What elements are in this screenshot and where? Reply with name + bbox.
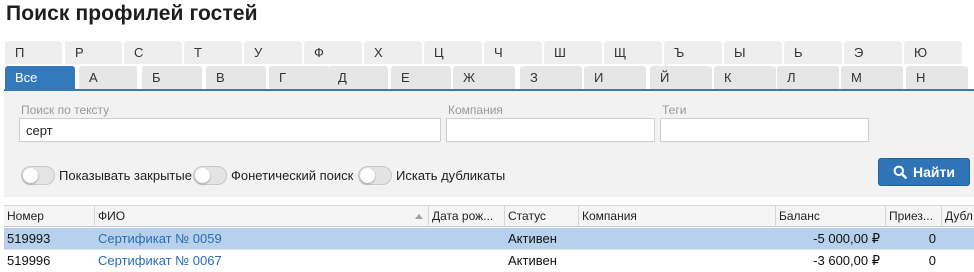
tab-letter[interactable]: Ъ	[664, 41, 722, 64]
column-header-name-label: ФИО	[98, 209, 126, 223]
tab-letter[interactable]: Ы	[724, 41, 782, 64]
find-duplicates-toggle[interactable]	[358, 166, 392, 185]
tab-letter[interactable]: И	[584, 66, 646, 89]
column-header-number[interactable]: Номер	[4, 206, 95, 227]
cell-arrivals: 0	[928, 231, 936, 246]
results-grid: Номер ФИО Дата рож... Статус Компания Ба…	[4, 205, 974, 272]
find-duplicates-label: Искать дубликаты	[396, 168, 506, 183]
column-header-status[interactable]: Статус	[505, 206, 579, 227]
column-header-company[interactable]: Компания	[579, 206, 776, 227]
cell-status: Активен	[508, 231, 557, 246]
column-header-arrivals[interactable]: Приез...	[886, 206, 942, 227]
tab-letter[interactable]: Й	[650, 66, 712, 89]
company-input[interactable]	[446, 118, 655, 142]
search-icon	[893, 165, 907, 179]
column-header-name[interactable]: ФИО	[95, 206, 429, 227]
tab-all[interactable]: Все	[5, 66, 75, 89]
tab-letter[interactable]: С	[124, 41, 182, 64]
tab-letter[interactable]: Д	[328, 66, 388, 89]
tab-letter[interactable]: З	[520, 66, 582, 89]
find-button-label: Найти	[913, 164, 955, 180]
cell-name-link[interactable]: Сертификат № 0059	[95, 228, 429, 249]
cell-status: Активен	[508, 253, 557, 268]
column-header-duplicates[interactable]: Дубл	[942, 206, 974, 227]
table-row[interactable]: 519996 Сертификат № 0067 Активен -3 600,…	[4, 250, 974, 271]
phonetic-search-label: Фонетический поиск	[231, 168, 354, 183]
phonetic-search-toggle[interactable]	[193, 166, 227, 185]
text-search-input[interactable]	[19, 118, 441, 142]
toggle-knob	[23, 168, 38, 183]
tab-letter[interactable]: Х	[364, 41, 422, 64]
cell-balance: -3 600,00 ₽	[813, 253, 880, 268]
tab-letter[interactable]: А	[79, 66, 137, 89]
show-closed-toggle[interactable]	[21, 166, 55, 185]
table-row[interactable]: 519993 Сертификат № 0059 Активен -5 000,…	[4, 228, 974, 249]
cell-company	[579, 250, 776, 271]
tab-letter[interactable]: В	[206, 66, 266, 89]
toggle-knob	[360, 168, 375, 183]
cell-name-link[interactable]: Сертификат № 0067	[95, 250, 429, 271]
text-search-label: Поиск по тексту	[21, 103, 110, 117]
tab-letter[interactable]: Ч	[484, 41, 542, 64]
cell-number: 519993	[7, 231, 51, 246]
find-button[interactable]: Найти	[878, 158, 970, 186]
toggle-knob	[195, 168, 210, 183]
cell-dob	[429, 228, 505, 249]
tags-input[interactable]	[660, 118, 869, 142]
column-header-balance[interactable]: Баланс	[776, 206, 886, 227]
tab-letter[interactable]: Ш	[544, 41, 602, 64]
tab-letter[interactable]: К	[714, 66, 776, 89]
tab-letter[interactable]: Р	[65, 41, 122, 64]
tab-letter[interactable]: Е	[391, 66, 451, 89]
tab-letter[interactable]: П	[5, 41, 62, 64]
cell-balance: -5 000,00 ₽	[813, 231, 880, 246]
tab-letter[interactable]: У	[244, 41, 302, 64]
grid-header: Номер ФИО Дата рож... Статус Компания Ба…	[4, 205, 974, 227]
tab-letter[interactable]: Э	[844, 41, 902, 64]
cell-arrivals: 0	[928, 253, 936, 268]
tab-letter[interactable]: Ф	[304, 41, 362, 64]
tab-letter[interactable]: Г	[269, 66, 329, 89]
sort-ascending-icon	[415, 214, 423, 219]
tab-letter[interactable]: Ж	[453, 66, 515, 89]
cell-number: 519996	[7, 253, 51, 268]
company-label: Компания	[448, 103, 503, 117]
cell-dob	[429, 250, 505, 271]
tab-letter[interactable]: М	[841, 66, 903, 89]
tab-letter[interactable]: Т	[184, 41, 242, 64]
column-header-dob[interactable]: Дата рож...	[429, 206, 505, 227]
tab-letter[interactable]: Н	[906, 66, 968, 89]
show-closed-label: Показывать закрытые	[59, 168, 192, 183]
page-title: Поиск профилей гостей	[6, 2, 258, 25]
tags-label: Теги	[662, 103, 687, 117]
tab-letter[interactable]: Л	[777, 66, 839, 89]
tab-letter[interactable]: Ь	[784, 41, 842, 64]
cell-company	[579, 228, 776, 249]
tab-letter[interactable]: Б	[142, 66, 202, 89]
tab-letter[interactable]: Ц	[424, 41, 482, 64]
tab-letter[interactable]: Щ	[604, 41, 662, 64]
tab-letter[interactable]: Ю	[904, 41, 962, 64]
